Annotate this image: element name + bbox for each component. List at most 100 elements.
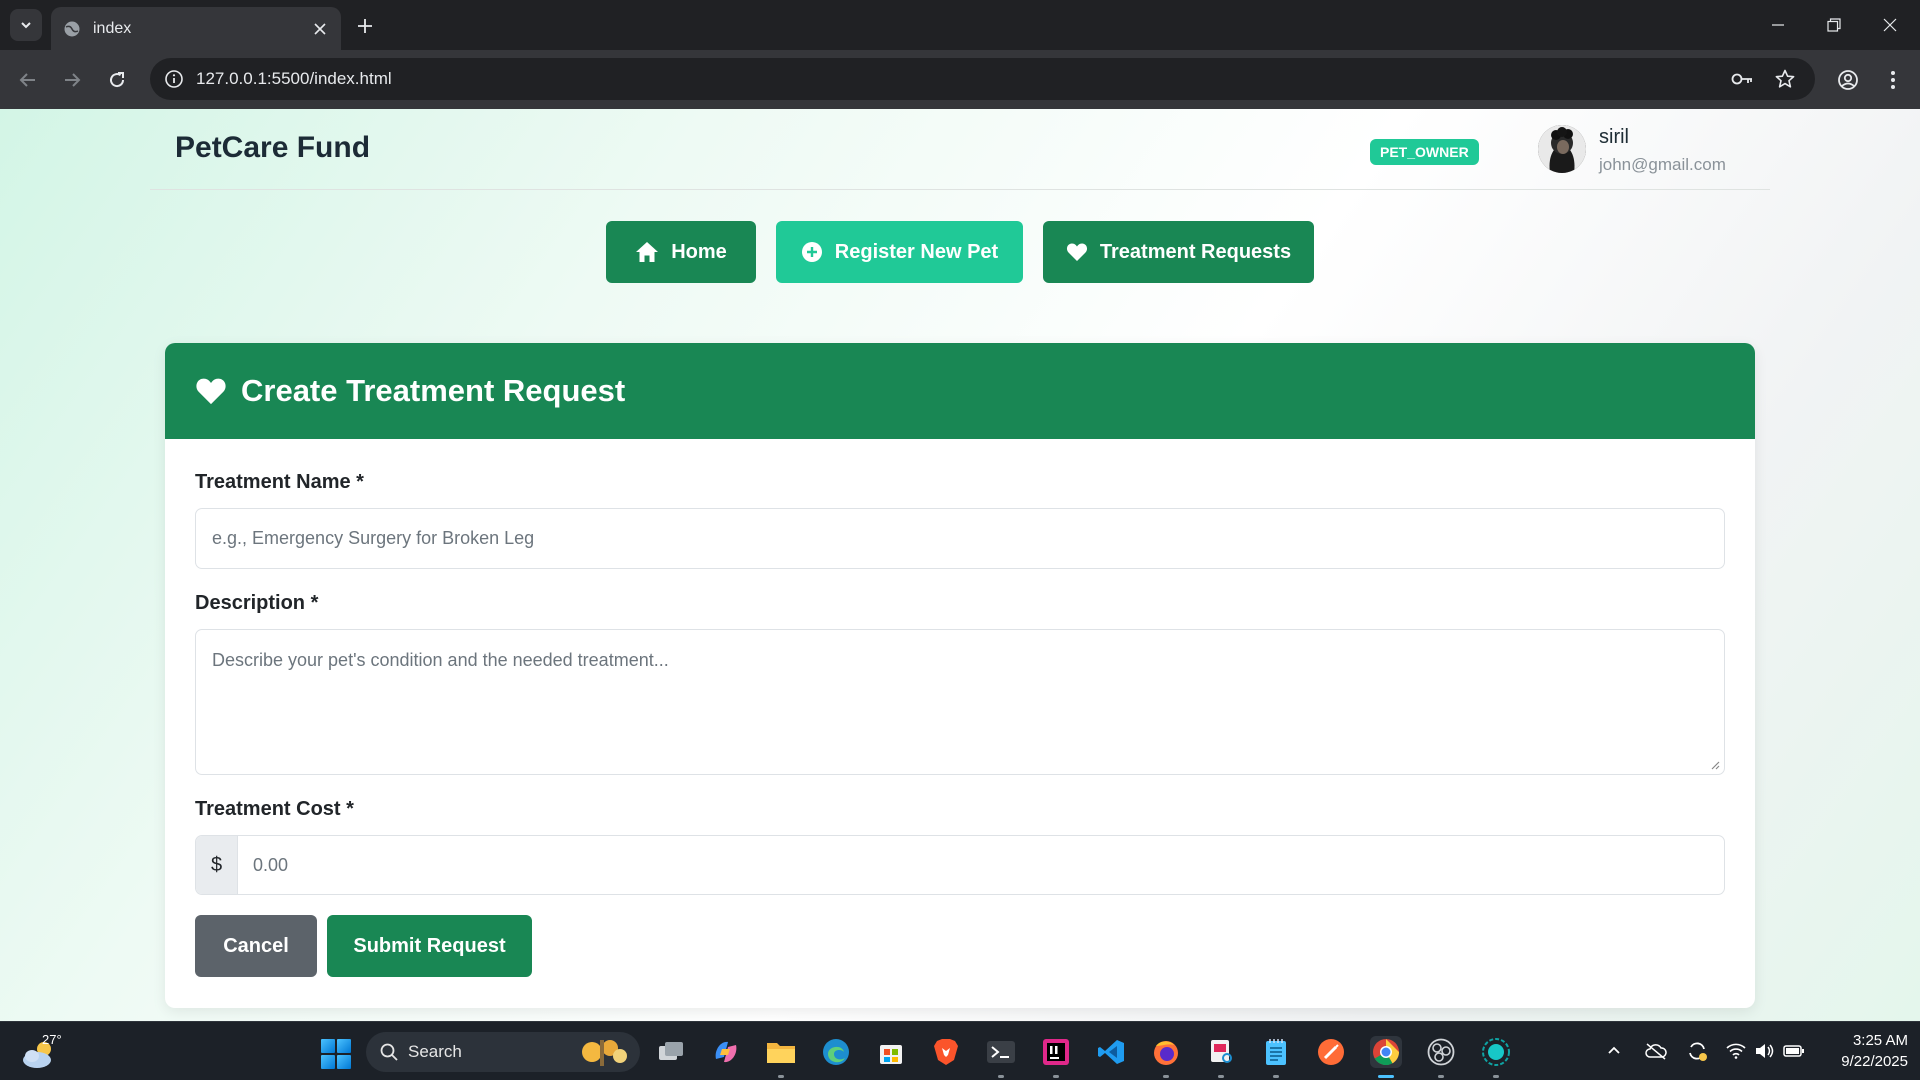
chevron-down-icon [21, 22, 31, 29]
windows-logo-tile [321, 1055, 335, 1069]
obs-studio-icon[interactable] [1425, 1036, 1457, 1068]
snipping-tool-icon[interactable] [1205, 1036, 1237, 1068]
tab-close-icon[interactable] [311, 20, 329, 38]
notepad-icon[interactable] [1260, 1036, 1292, 1068]
screen-recorder-icon[interactable] [1480, 1036, 1512, 1068]
user-name: siril [1599, 126, 1629, 148]
vscode-icon[interactable] [1095, 1036, 1127, 1068]
resize-handle-icon[interactable] [1710, 760, 1720, 770]
new-tab-button[interactable] [352, 13, 378, 39]
taskbar-search[interactable]: Search [366, 1032, 640, 1072]
firefox-icon[interactable] [1150, 1036, 1182, 1068]
brave-browser-icon[interactable] [930, 1036, 962, 1068]
running-indicator [1053, 1075, 1059, 1078]
description-textarea[interactable]: Describe your pet's condition and the ne… [195, 629, 1725, 775]
onedrive-offline-icon[interactable] [1644, 1039, 1668, 1063]
restore-icon [1827, 18, 1841, 32]
running-indicator [1163, 1075, 1169, 1078]
browser-toolbar: 127.0.0.1:5500/index.html [0, 50, 1920, 109]
page-viewport: PetCare Fund PET_OWNER siril john@gmail.… [0, 109, 1920, 1021]
edge-browser-icon[interactable] [820, 1036, 852, 1068]
close-window-button[interactable] [1862, 0, 1918, 50]
plus-icon [358, 19, 372, 33]
nav-home-label: Home [671, 240, 727, 263]
windows-logo-tile [337, 1039, 351, 1053]
minimize-button[interactable] [1750, 0, 1806, 50]
running-indicator [1218, 1075, 1224, 1078]
taskbar-search-label: Search [408, 1042, 462, 1061]
tab-search-button[interactable] [10, 9, 42, 41]
chrome-icon[interactable] [1370, 1036, 1402, 1068]
arrow-left-icon [19, 73, 35, 87]
treatment-cost-label: Treatment Cost * [195, 798, 354, 820]
tab-title: index [93, 19, 132, 37]
heart-icon [1066, 243, 1087, 261]
description-placeholder: Describe your pet's condition and the ne… [212, 650, 669, 670]
brand-logo[interactable]: PetCare Fund [175, 131, 370, 165]
plus-circle-icon [801, 242, 822, 262]
treatment-request-card: Create Treatment Request Treatment Name … [165, 343, 1755, 1008]
nav-treatment-requests-label: Treatment Requests [1099, 240, 1292, 263]
search-highlight-icon [582, 1040, 627, 1066]
user-avatar[interactable] [1538, 125, 1586, 173]
restore-button[interactable] [1806, 0, 1862, 50]
taskbar: 27° Search 3:25 AM 9/22/2025 [0, 1021, 1920, 1080]
system-clock[interactable]: 3:25 AM 9/22/2025 [1808, 1030, 1908, 1072]
currency-prefix: $ [196, 836, 238, 894]
back-button[interactable] [12, 64, 44, 96]
address-bar[interactable]: 127.0.0.1:5500/index.html [150, 58, 1815, 100]
running-indicator [1273, 1075, 1279, 1078]
volume-icon[interactable] [1752, 1039, 1776, 1063]
arrow-right-icon [65, 73, 81, 87]
minimize-icon [1772, 24, 1784, 26]
start-button[interactable] [321, 1039, 351, 1069]
treatment-cost-group: $ 0.00 [195, 835, 1725, 895]
treatment-cost-placeholder: 0.00 [253, 854, 289, 875]
profile-button[interactable] [1832, 64, 1864, 96]
sync-icon[interactable] [1685, 1039, 1709, 1063]
running-indicator [998, 1075, 1004, 1078]
windows-logo-tile [321, 1039, 335, 1053]
treatment-name-input[interactable]: e.g., Emergency Surgery for Broken Leg [195, 508, 1725, 569]
bookmark-star-icon[interactable] [1774, 68, 1796, 90]
wifi-icon[interactable] [1724, 1039, 1748, 1063]
browser-tab-bar: index [0, 0, 1920, 50]
cancel-button[interactable]: Cancel [195, 915, 317, 977]
show-hidden-icons-button[interactable] [1602, 1039, 1626, 1063]
card-header: Create Treatment Request [165, 343, 1755, 439]
windows-logo-tile [337, 1055, 351, 1069]
treatment-name-label: Treatment Name * [195, 471, 364, 493]
reload-button[interactable] [101, 64, 133, 96]
running-indicator [1378, 1075, 1394, 1078]
forward-button[interactable] [56, 64, 88, 96]
nav-home-button[interactable]: Home [606, 221, 756, 283]
site-info-icon[interactable] [164, 69, 184, 89]
user-email: john@gmail.com [1599, 155, 1726, 174]
intellij-idea-icon[interactable] [1040, 1036, 1072, 1068]
microsoft-store-icon[interactable] [875, 1036, 907, 1068]
app-navbar: PetCare Fund PET_OWNER siril john@gmail.… [150, 109, 1770, 190]
more-vert-icon [1891, 71, 1895, 89]
nav-register-pet-button[interactable]: Register New Pet [776, 221, 1023, 283]
clock-time: 3:25 AM [1852, 1032, 1908, 1049]
description-label: Description * [195, 592, 319, 614]
heart-icon [196, 378, 226, 405]
nav-treatment-requests-button[interactable]: Treatment Requests [1043, 221, 1314, 283]
battery-icon[interactable] [1782, 1039, 1806, 1063]
terminal-icon[interactable] [985, 1036, 1017, 1068]
url-text: 127.0.0.1:5500/index.html [196, 69, 392, 88]
running-indicator [778, 1075, 784, 1078]
submit-request-button[interactable]: Submit Request [327, 915, 532, 977]
task-view-icon[interactable] [655, 1036, 687, 1068]
browser-menu-button[interactable] [1877, 64, 1909, 96]
treatment-cost-input[interactable]: 0.00 [238, 836, 1724, 894]
postman-icon[interactable] [1315, 1036, 1347, 1068]
profile-icon [1838, 70, 1858, 90]
card-title: Create Treatment Request [241, 373, 626, 408]
file-explorer-icon[interactable] [765, 1036, 797, 1068]
reload-icon [110, 72, 125, 88]
browser-tab[interactable]: index [51, 7, 341, 50]
copilot-icon[interactable] [710, 1036, 742, 1068]
password-key-icon[interactable] [1731, 68, 1753, 90]
weather-widget[interactable]: 27° [20, 1032, 62, 1072]
